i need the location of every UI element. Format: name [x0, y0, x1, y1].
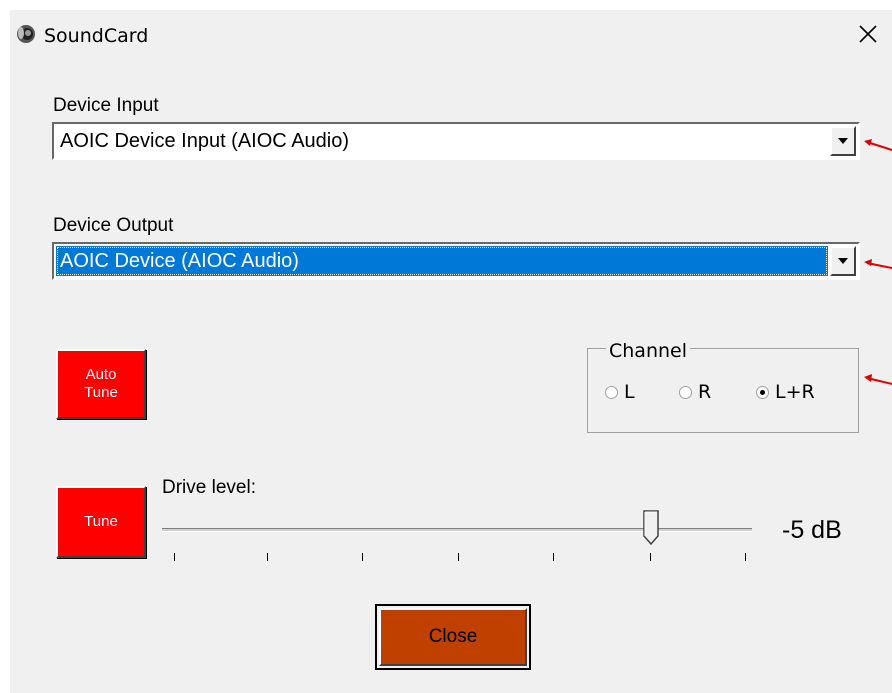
slider-tick	[362, 553, 363, 561]
dropdown-arrow-icon	[838, 258, 848, 264]
device-input-label: Device Input	[53, 95, 159, 116]
device-output-dropdown-button[interactable]	[830, 246, 856, 276]
slider-tick	[553, 553, 554, 561]
tune-button[interactable]: Tune	[56, 486, 146, 558]
slider-tick	[650, 553, 651, 561]
annotation-arrow-icon	[864, 259, 892, 269]
device-output-label: Device Output	[53, 215, 174, 236]
close-icon[interactable]	[856, 22, 880, 46]
title-bar: SoundCard	[10, 10, 892, 56]
speaker-icon	[17, 25, 35, 43]
radio-channel-lr[interactable]: L+R	[756, 381, 815, 403]
radio-r-label: R	[698, 381, 712, 403]
soundcard-window: SoundCard Device Input AOIC Device Input…	[10, 10, 892, 693]
drive-level-label: Drive level:	[162, 477, 256, 498]
device-output-value[interactable]: AOIC Device (AIOC Audio)	[56, 246, 828, 276]
device-input-value[interactable]: AOIC Device Input (AIOC Audio)	[56, 126, 828, 156]
device-input-dropdown[interactable]: AOIC Device Input (AIOC Audio)	[52, 122, 860, 160]
radio-channel-l[interactable]: L	[605, 381, 635, 403]
slider-tick	[745, 553, 746, 561]
annotation-arrow-icon	[864, 139, 892, 151]
radio-channel-r[interactable]: R	[679, 381, 711, 403]
drive-level-value: -5 dB	[782, 516, 842, 544]
device-output-dropdown[interactable]: AOIC Device (AIOC Audio)	[52, 242, 860, 280]
radio-lr-label: L+R	[775, 381, 815, 403]
radio-l-label: L	[624, 381, 635, 403]
close-button-label[interactable]: Close	[379, 608, 527, 666]
radio-l-circle[interactable]	[605, 385, 618, 399]
radio-lr-circle[interactable]	[756, 385, 769, 399]
annotation-arrow-icon	[864, 374, 892, 385]
slider-tick	[174, 553, 175, 561]
drive-level-slider-thumb[interactable]	[643, 510, 659, 546]
dropdown-arrow-icon	[838, 138, 848, 144]
drive-level-slider-track[interactable]	[162, 528, 752, 532]
device-input-dropdown-button[interactable]	[830, 126, 856, 156]
auto-tune-button[interactable]: Auto Tune	[56, 349, 146, 419]
radio-r-circle[interactable]	[679, 385, 692, 399]
slider-tick	[267, 553, 268, 561]
close-button[interactable]: Close	[375, 604, 531, 670]
slider-tick	[458, 553, 459, 561]
window-title: SoundCard	[44, 25, 149, 47]
channel-group-title: Channel	[606, 340, 691, 362]
